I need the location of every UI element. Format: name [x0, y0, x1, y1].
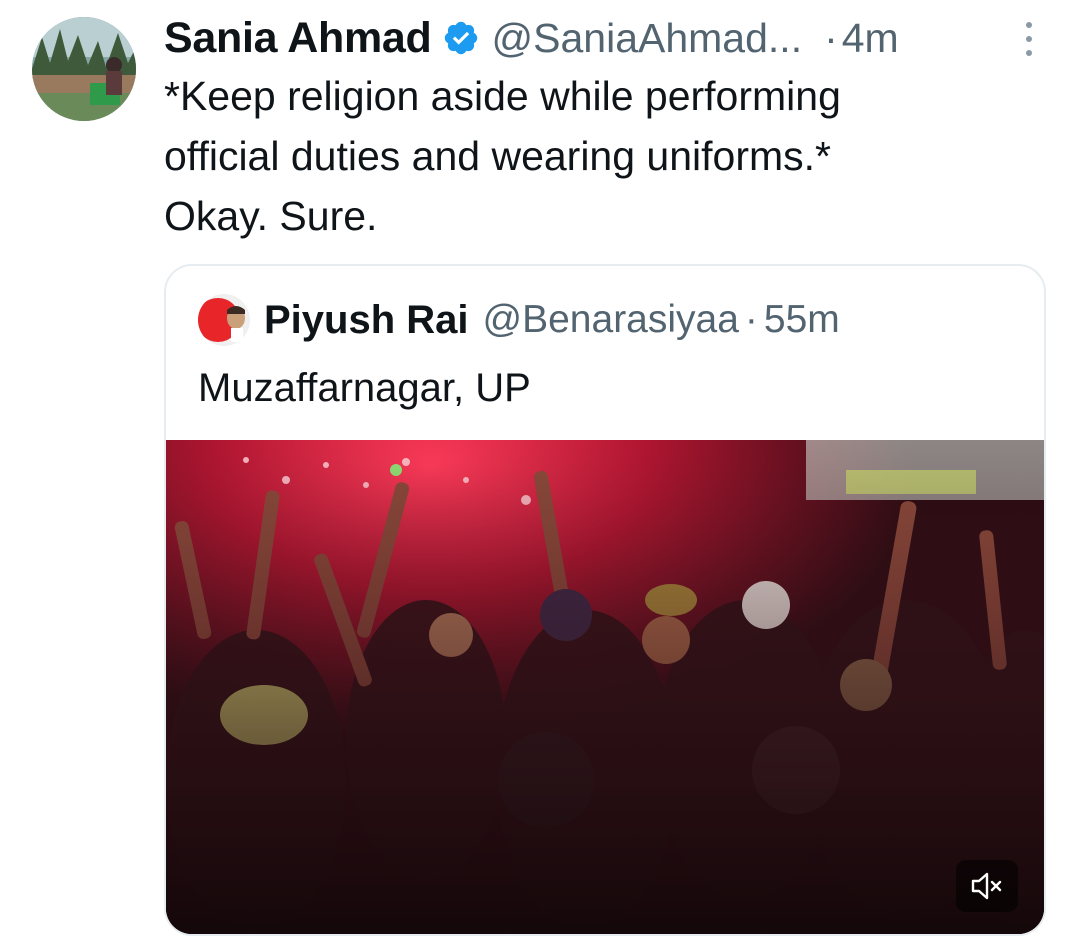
author-handle[interactable]: @SaniaAhmad... [492, 15, 803, 62]
quoted-author-avatar[interactable] [198, 294, 250, 346]
quoted-author-handle[interactable]: @Benarasiyaa [483, 298, 739, 342]
quoted-tweet-header: Piyush Rai @Benarasiyaa · 55m [198, 292, 840, 348]
tweet-header: Sania Ahmad @SaniaAhmad... · 4m [164, 10, 1044, 66]
quoted-author-name[interactable]: Piyush Rai [264, 298, 469, 343]
quoted-tweet-text: Muzaffarnagar, UP [198, 366, 531, 410]
author-name[interactable]: Sania Ahmad [164, 14, 432, 63]
quoted-tweet-timestamp[interactable]: 55m [764, 298, 840, 342]
separator-dot: · [824, 14, 838, 61]
quoted-tweet[interactable]: Piyush Rai @Benarasiyaa · 55m Muzaffarna… [164, 264, 1046, 936]
author-avatar[interactable] [32, 17, 136, 121]
volume-muted-icon[interactable] [956, 860, 1018, 912]
tweet-timestamp[interactable]: 4m [842, 15, 899, 62]
verified-badge-icon[interactable] [442, 19, 480, 57]
tweet-text: *Keep religion aside while performing of… [164, 73, 841, 239]
separator-dot: · [744, 298, 758, 341]
more-options-icon[interactable] [1014, 22, 1044, 56]
quoted-tweet-video[interactable] [166, 440, 1044, 934]
video-frame [166, 440, 1044, 934]
